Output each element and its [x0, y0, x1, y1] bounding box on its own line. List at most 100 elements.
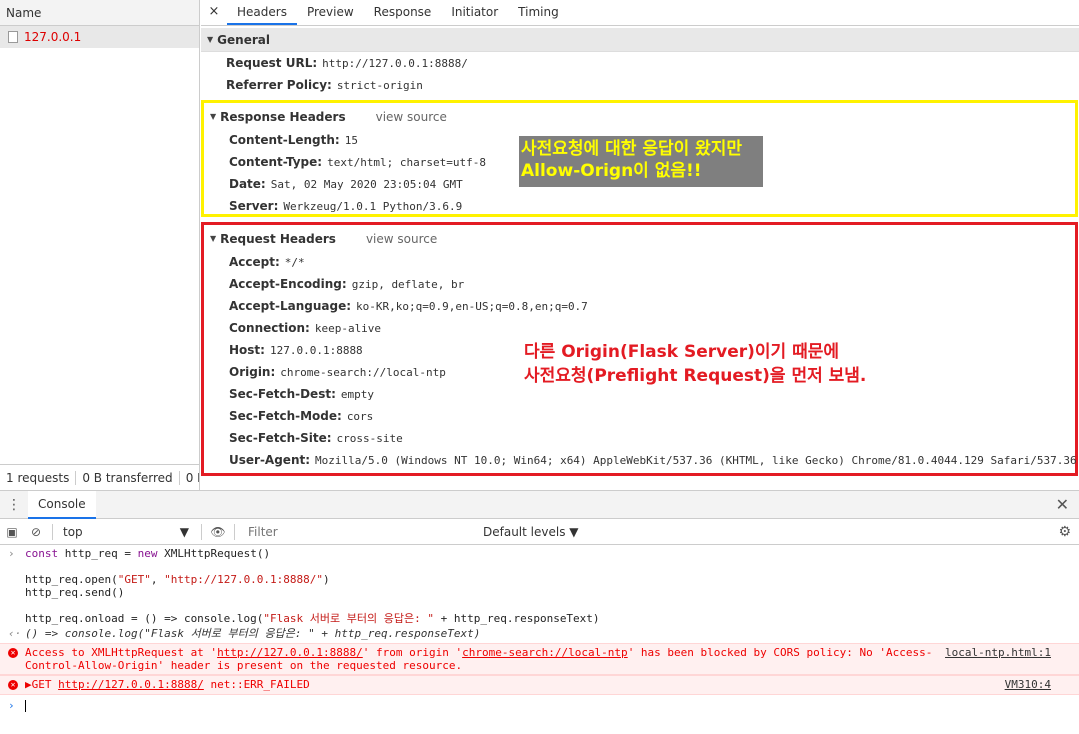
code-keyword: const: [25, 547, 59, 560]
code-text: http_req =: [58, 547, 138, 560]
header-value: http://127.0.0.1:8888/: [322, 57, 468, 70]
view-source-link[interactable]: view source: [376, 105, 447, 129]
origin-link[interactable]: chrome-search://local-ntp: [462, 646, 628, 659]
request-details: × Headers Preview Response Initiator Tim…: [201, 0, 1079, 490]
request-count: 1 requests: [0, 470, 77, 485]
code-keyword: new: [137, 547, 158, 560]
header-key: Referrer Policy:: [226, 78, 332, 92]
header-key: Server:: [229, 199, 279, 213]
header-value: gzip, deflate, br: [351, 278, 465, 291]
header-value: ko-KR,ko;q=0.9,en-US;q=0.8,en;q=0.7: [356, 300, 588, 313]
annotation-line: 사전요청(Preflight Request)을 먼저 보냄.: [524, 366, 867, 386]
context-selector[interactable]: top ▼: [57, 525, 197, 539]
error-url-link[interactable]: http://127.0.0.1:8888/: [217, 646, 363, 659]
close-icon[interactable]: ✕: [1056, 495, 1069, 514]
expand-triangle-icon[interactable]: ▶: [25, 678, 32, 691]
log-levels-dropdown[interactable]: Default levels ▼: [483, 525, 579, 539]
header-key: Date:: [229, 177, 266, 191]
console-drawer: ⋮ Console ✕ ▣ ⊘ top ▼ 👁 Default levels ▼ …: [0, 490, 1079, 734]
code-text: XMLHttpRequest(): [157, 547, 271, 560]
name-column-header[interactable]: Name: [0, 0, 199, 26]
header-row: Accept-Encoding: gzip, deflate, br: [204, 273, 1075, 295]
header-value: 15: [344, 134, 358, 147]
result-text: () => console.log("Flask 서버로 부터의 응답은: " …: [25, 627, 481, 640]
console-result-line: ‹·() => console.log("Flask 서버로 부터의 응답은: …: [0, 625, 1079, 640]
header-value: Werkzeug/1.0.1 Python/3.6.9: [283, 200, 463, 213]
transferred-size: 0 B transferred: [76, 470, 180, 485]
header-row: Referrer Policy: strict-origin: [201, 74, 1079, 96]
code-text: + http_req.responseText): [433, 612, 600, 625]
header-value: text/html; charset=utf-8: [327, 156, 487, 169]
console-output: › const http_req = new XMLHttpRequest() h…: [0, 545, 1079, 712]
header-key: Sec-Fetch-Mode:: [229, 409, 342, 423]
header-value: 127.0.0.1:8888: [269, 344, 363, 357]
file-icon: [8, 31, 18, 43]
header-value: chrome-search://local-ntp: [280, 366, 446, 379]
input-prompt-icon: ›: [8, 699, 15, 712]
more-menu-icon[interactable]: ⋮: [0, 497, 28, 513]
header-key: Host:: [229, 343, 265, 357]
header-row: Sec-Fetch-Mode: cors: [204, 405, 1075, 427]
annotation-line: 사전요청에 대한 응답이 왔지만: [521, 139, 743, 159]
source-link[interactable]: local-ntp.html:1: [945, 646, 1051, 659]
header-key: Content-Type:: [229, 155, 323, 169]
error-text: ' has been blocked by CORS policy: No 'A…: [627, 646, 933, 659]
header-key: Origin:: [229, 365, 276, 379]
error-text: Control-Allow-Origin' header is present …: [25, 659, 463, 672]
view-source-link[interactable]: view source: [366, 227, 437, 251]
divider: [52, 523, 53, 540]
request-list: Name 127.0.0.1 1 requests 0 B transferre…: [0, 0, 200, 490]
header-key: Sec-Fetch-Dest:: [229, 387, 336, 401]
console-error-get: ✕ ▶GET http://127.0.0.1:8888/ net::ERR_FA…: [0, 675, 1079, 695]
header-value: Mozilla/5.0 (Windows NT 10.0; Win64; x64…: [315, 454, 1077, 467]
drawer-tabs: ⋮ Console ✕: [0, 490, 1079, 519]
request-row[interactable]: 127.0.0.1: [0, 26, 199, 48]
console-error-cors: ✕ Access to XMLHttpRequest at 'http://127…: [0, 643, 1079, 675]
header-value: empty: [340, 388, 374, 401]
console-input-line: http_req.onload = () => console.log("Fla…: [0, 612, 1079, 625]
console-toolbar: ▣ ⊘ top ▼ 👁 Default levels ▼ ⚙: [0, 519, 1079, 545]
error-icon: ✕: [8, 680, 18, 690]
request-headers-header[interactable]: ▼ Request Headers view source: [204, 227, 1075, 251]
error-url-link[interactable]: http://127.0.0.1:8888/: [58, 678, 204, 691]
text-caret: [25, 700, 26, 712]
console-input-line: http_req.send(): [25, 586, 125, 599]
annotation-line: Allow-Orign이 없음!!: [521, 161, 702, 181]
clear-console-icon[interactable]: ⊘: [24, 525, 48, 539]
tab-preview[interactable]: Preview: [297, 0, 364, 25]
filter-input[interactable]: [243, 522, 475, 541]
annotation-line: 다른 Origin(Flask Server)이기 때문에: [524, 342, 840, 362]
header-value: cors: [346, 410, 374, 423]
tab-initiator[interactable]: Initiator: [441, 0, 508, 25]
sidebar-toggle-icon[interactable]: ▣: [0, 525, 24, 539]
header-key: Connection:: [229, 321, 310, 335]
eye-icon[interactable]: 👁: [206, 525, 230, 539]
network-panel: Name 127.0.0.1 1 requests 0 B transferre…: [0, 0, 1079, 490]
header-row: Accept-Language: ko-KR,ko;q=0.9,en-US;q=0…: [204, 295, 1075, 317]
console-input-line: › const http_req = new XMLHttpRequest(): [0, 547, 1079, 560]
tab-response[interactable]: Response: [364, 0, 442, 25]
source-link[interactable]: VM310:4: [1005, 678, 1051, 691]
tab-console[interactable]: Console: [28, 490, 96, 519]
general-header[interactable]: ▼ General: [201, 28, 1079, 52]
gear-icon[interactable]: ⚙: [1058, 524, 1071, 540]
request-headers-title: Request Headers: [220, 232, 336, 246]
header-row: Accept: */*: [204, 251, 1075, 273]
details-tabs: × Headers Preview Response Initiator Tim…: [201, 0, 1079, 26]
header-key: Accept-Encoding:: [229, 277, 347, 291]
general-section: ▼ General Request URL: http://127.0.0.1:8…: [201, 28, 1079, 96]
response-headers-header[interactable]: ▼ Response Headers view source: [204, 105, 1075, 129]
console-input-line: [0, 599, 1079, 612]
triangle-down-icon: ▼: [210, 112, 217, 121]
header-value: keep-alive: [314, 322, 382, 335]
close-icon[interactable]: ×: [201, 0, 227, 25]
code-string: "GET": [117, 573, 151, 586]
response-headers-title: Response Headers: [220, 110, 346, 124]
console-prompt[interactable]: ›: [0, 695, 1079, 712]
header-row: Connection: keep-alive: [204, 317, 1075, 339]
tab-headers[interactable]: Headers: [227, 0, 297, 25]
code-string: "Flask 서버로 부터의 응답은: ": [263, 612, 434, 625]
error-text: GET: [31, 678, 59, 691]
tab-timing[interactable]: Timing: [508, 0, 569, 25]
error-icon: ✕: [8, 648, 18, 658]
